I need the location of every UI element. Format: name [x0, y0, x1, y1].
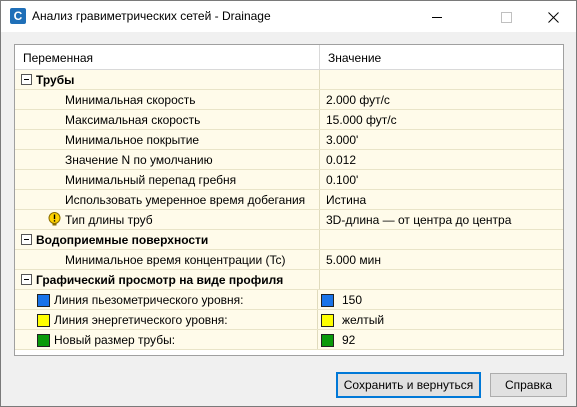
property-name: Минимальное время концентрации (Tc)	[65, 253, 286, 267]
property-value[interactable]: 3.000'	[326, 133, 358, 147]
color-swatch	[321, 314, 334, 327]
property-name: Значение N по умолчанию	[65, 153, 213, 167]
collapse-icon[interactable]	[21, 274, 32, 285]
maximize-button	[483, 1, 529, 32]
property-value[interactable]: 5.000 мин	[326, 253, 381, 267]
app-icon: C	[10, 8, 26, 24]
property-name: Использовать умеренное время добегания	[65, 193, 306, 207]
property-row[interactable]: Минимальное время концентрации (Tc) 5.00…	[15, 250, 563, 270]
property-value[interactable]: Истина	[326, 193, 366, 207]
color-swatch	[321, 294, 334, 307]
category-label: Трубы	[36, 73, 75, 87]
category-label: Графический просмотр на виде профиля	[36, 273, 284, 287]
title-bar[interactable]: C Анализ гравиметрических сетей - Draina…	[1, 1, 576, 32]
save-and-return-button[interactable]: Сохранить и вернуться	[336, 372, 481, 398]
close-button[interactable]	[530, 1, 576, 32]
property-name: Минимальный перепад гребня	[65, 173, 237, 187]
property-name: Тип длины труб	[65, 213, 153, 227]
property-value[interactable]: 3D-длина — от центра до центра	[326, 213, 511, 227]
property-value[interactable]: 0.100'	[326, 173, 358, 187]
category-pipes[interactable]: Трубы	[15, 70, 563, 90]
column-divider[interactable]	[319, 45, 320, 69]
color-swatch	[37, 314, 50, 327]
property-row[interactable]: Минимальная скорость 2.000 фут/с	[15, 90, 563, 110]
column-header-value[interactable]: Значение	[328, 51, 381, 65]
grid-header: Переменная Значение	[15, 45, 563, 70]
property-name: Минимальное покрытие	[65, 133, 200, 147]
property-row[interactable]: Линия энергетического уровня: желтый	[15, 310, 563, 330]
category-profile-view[interactable]: Графический просмотр на виде профиля	[15, 270, 563, 290]
property-value[interactable]: 2.000 фут/с	[326, 93, 390, 107]
property-row[interactable]: Новый размер трубы: 92	[15, 330, 563, 350]
maximize-icon	[500, 11, 512, 23]
color-swatch	[37, 294, 50, 307]
property-row[interactable]: Линия пьезометрического уровня: 150	[15, 290, 563, 310]
property-row[interactable]: Минимальный перепад гребня 0.100'	[15, 170, 563, 190]
property-row[interactable]: Использовать умеренное время добегания И…	[15, 190, 563, 210]
property-row[interactable]: Тип длины труб 3D-длина — от центра до ц…	[15, 210, 563, 230]
property-value[interactable]: 150	[342, 293, 362, 307]
help-button[interactable]: Справка	[490, 373, 567, 397]
minimize-button[interactable]	[414, 1, 460, 32]
window-title: Анализ гравиметрических сетей - Drainage	[32, 9, 271, 23]
category-catchments[interactable]: Водоприемные поверхности	[15, 230, 563, 250]
property-value[interactable]: 0.012	[326, 153, 356, 167]
property-name: Минимальная скорость	[65, 93, 196, 107]
property-name: Линия пьезометрического уровня:	[54, 293, 244, 307]
color-swatch	[321, 334, 334, 347]
minimize-icon	[432, 16, 442, 18]
dialog-window: C Анализ гравиметрических сетей - Draina…	[0, 0, 577, 407]
property-row[interactable]: Максимальная скорость 15.000 фут/с	[15, 110, 563, 130]
warning-icon	[48, 212, 61, 226]
column-header-variable[interactable]: Переменная	[23, 51, 93, 65]
property-row[interactable]: Минимальное покрытие 3.000'	[15, 130, 563, 150]
close-icon	[547, 11, 559, 23]
property-value[interactable]: 15.000 фут/с	[326, 113, 397, 127]
category-label: Водоприемные поверхности	[36, 233, 209, 247]
property-grid: Переменная Значение Трубы Минимальная ск…	[14, 44, 564, 356]
color-swatch	[37, 334, 50, 347]
property-row[interactable]: Значение N по умолчанию 0.012	[15, 150, 563, 170]
property-name: Максимальная скорость	[65, 113, 201, 127]
collapse-icon[interactable]	[21, 234, 32, 245]
property-value[interactable]: 92	[342, 333, 355, 347]
property-name: Линия энергетического уровня:	[54, 313, 228, 327]
collapse-icon[interactable]	[21, 74, 32, 85]
property-value[interactable]: желтый	[342, 313, 384, 327]
property-name: Новый размер трубы:	[54, 333, 176, 347]
